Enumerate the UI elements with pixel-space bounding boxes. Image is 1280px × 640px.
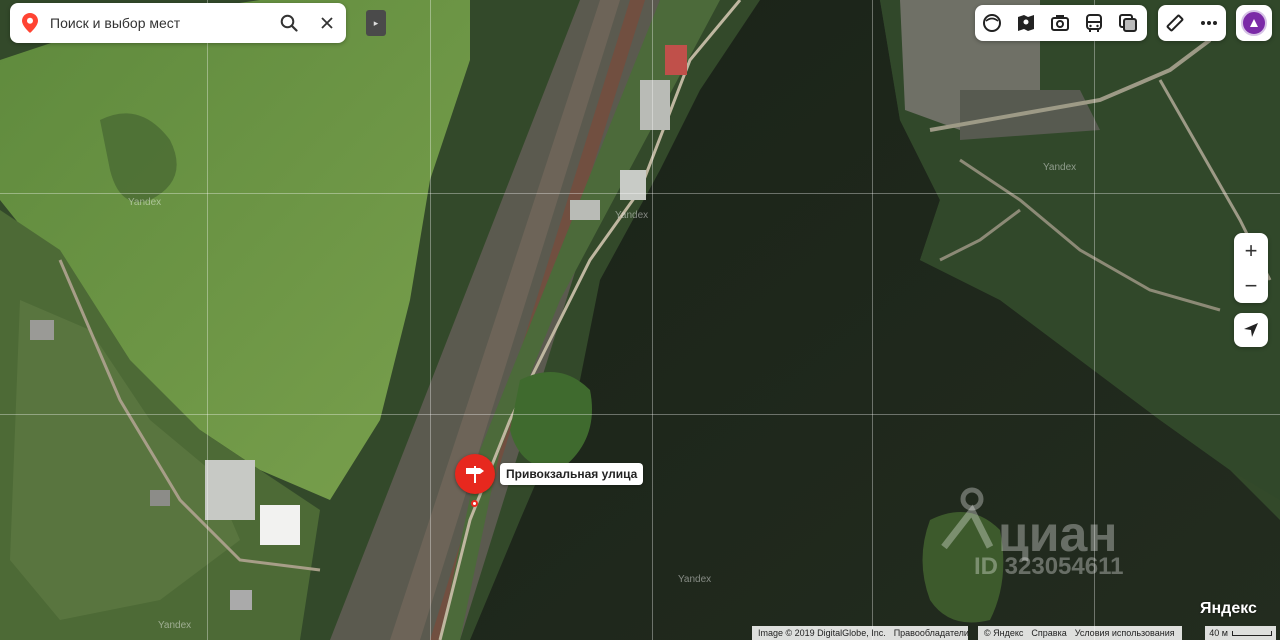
grid-line <box>652 0 653 640</box>
watermark-id: ID 323054611 <box>974 553 1124 580</box>
marker-point <box>471 500 478 507</box>
zoom-out-button[interactable]: − <box>1234 268 1268 303</box>
search-box <box>10 3 346 43</box>
terms-link[interactable]: Условия использования <box>1075 628 1175 638</box>
tile-label: Yandex <box>128 197 162 208</box>
close-icon[interactable] <box>308 3 346 43</box>
chevron-right-icon: ▸ <box>373 17 379 28</box>
search-icon[interactable] <box>270 3 308 43</box>
panorama-icon[interactable] <box>1043 5 1077 41</box>
help-link[interactable]: Справка <box>1031 628 1066 638</box>
tile-label: Yandex <box>615 210 649 221</box>
my-location-button[interactable] <box>1234 313 1268 347</box>
grid-line <box>0 193 1280 194</box>
navigation-arrow-icon <box>1244 323 1258 337</box>
grid-line <box>0 414 1280 415</box>
avatar <box>1241 10 1267 36</box>
scale-bar <box>1232 630 1272 636</box>
rights-holders-link[interactable]: Правообладатели <box>894 628 969 638</box>
street-label[interactable]: Привокзальная улица <box>500 463 644 485</box>
tile-label: Yandex <box>158 620 192 631</box>
map-layers-toolbar <box>975 5 1147 41</box>
yandex-logo[interactable]: Яндекс <box>1200 600 1257 618</box>
location-pin-icon <box>10 3 50 43</box>
map-book-icon[interactable] <box>1009 5 1043 41</box>
tile-label: Yandex <box>678 574 712 585</box>
layers-icon[interactable] <box>1111 5 1145 41</box>
map-scale: 40 м <box>1190 626 1276 640</box>
more-icon[interactable] <box>1192 5 1226 41</box>
signpost-icon <box>466 466 484 483</box>
tile-label: Yandex <box>1043 162 1077 173</box>
imagery-attribution: Image © 2019 DigitalGlobe, Inc. Правообл… <box>752 626 969 640</box>
grid-line <box>430 0 431 640</box>
zoom-in-button[interactable]: + <box>1234 233 1268 268</box>
tools-toolbar <box>1158 5 1226 41</box>
grid-line <box>872 0 873 640</box>
profile-button[interactable] <box>1236 5 1272 41</box>
grid-line <box>207 0 208 640</box>
yandex-attribution: © Яндекс Справка Условия использования <box>978 626 1182 640</box>
ruler-icon[interactable] <box>1158 5 1192 41</box>
yandex-copyright[interactable]: © Яндекс <box>984 628 1023 638</box>
collapse-panel-button[interactable]: ▸ <box>366 10 386 36</box>
layers-circle-icon[interactable] <box>975 5 1009 41</box>
zoom-control: + − <box>1234 233 1268 303</box>
image-credit: Image © 2019 DigitalGlobe, Inc. <box>758 628 886 638</box>
cian-logo-icon <box>941 487 994 549</box>
transport-icon[interactable] <box>1077 5 1111 41</box>
scale-label: 40 м <box>1209 628 1228 638</box>
search-input[interactable] <box>50 3 270 43</box>
street-marker[interactable] <box>455 454 495 494</box>
